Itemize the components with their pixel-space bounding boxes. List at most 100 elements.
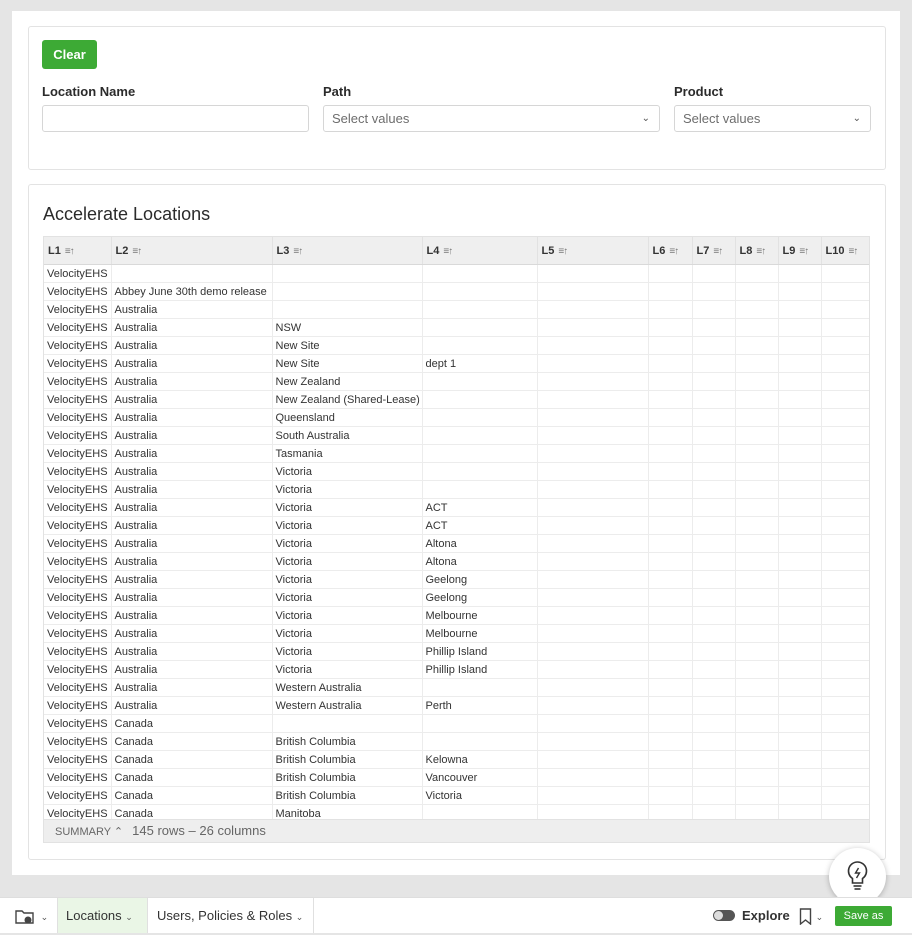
table-cell (735, 426, 779, 445)
summary-toggle[interactable]: SUMMARY ⌃ (55, 826, 123, 838)
table-row[interactable]: VelocityEHS Australia Victoria Geelong (44, 570, 869, 589)
table-cell (537, 642, 649, 661)
table-cell (537, 300, 649, 319)
sort-icon[interactable]: ≡↑ (713, 246, 723, 257)
bookmark-menu-button[interactable]: ⌄ (799, 898, 827, 933)
table-cell (648, 696, 693, 715)
table-row[interactable]: VelocityEHS Australia Victoria Geelong (44, 588, 869, 607)
table-row[interactable]: VelocityEHS Australia Tasmania (44, 444, 869, 463)
sort-icon[interactable]: ≡↑ (132, 246, 142, 257)
table-row[interactable]: VelocityEHS Australia (44, 300, 869, 319)
table-cell: Victoria (272, 498, 423, 517)
sort-icon[interactable]: ≡↑ (65, 246, 75, 257)
sort-icon[interactable]: ≡↑ (558, 246, 568, 257)
sort-icon[interactable]: ≡↑ (669, 246, 679, 257)
table-cell (692, 786, 736, 805)
column-header-l6[interactable]: L6 ≡↑ (648, 237, 693, 265)
product-select[interactable]: Select values ⌄ (674, 105, 871, 132)
table-cell (537, 624, 649, 643)
locations-grid[interactable]: L1 ≡↑ L2 ≡↑ L3 ≡↑ L4 ≡↑ L5 ≡↑ L6 ≡↑ L7 ≡↑ L8 ≡↑ L9 ≡↑ L10 ≡… (43, 236, 870, 820)
table-cell: VelocityEHS (44, 570, 112, 589)
table-row[interactable]: VelocityEHS Canada (44, 714, 869, 733)
table-row[interactable]: VelocityEHS Australia New Site dept 1 (44, 354, 869, 373)
table-row[interactable]: VelocityEHS Canada British Columbia Vancouv… (44, 768, 869, 787)
tab-locations[interactable]: Locations ⌄ (57, 898, 148, 933)
table-cell (648, 264, 693, 283)
table-cell: VelocityEHS (44, 498, 112, 517)
table-row[interactable]: VelocityEHS Abbey June 30th demo release (44, 282, 869, 301)
column-header-l3[interactable]: L3 ≡↑ (272, 237, 423, 265)
table-row[interactable]: VelocityEHS Australia Western Australia (44, 678, 869, 697)
sort-icon[interactable]: ≡↑ (293, 246, 303, 257)
column-header-l10[interactable]: L10 ≡↑ (821, 237, 869, 265)
table-cell (692, 696, 736, 715)
column-header-label: L7 (696, 244, 710, 257)
table-cell (735, 444, 779, 463)
column-header-l5[interactable]: L5 ≡↑ (537, 237, 649, 265)
sort-icon[interactable]: ≡↑ (756, 246, 766, 257)
table-row[interactable]: VelocityEHS Australia Victoria Melbourne (44, 624, 869, 643)
table-cell (778, 624, 822, 643)
table-cell (692, 552, 736, 571)
table-cell: Australia (111, 606, 273, 625)
sort-icon[interactable]: ≡↑ (799, 246, 809, 257)
table-row[interactable]: VelocityEHS Australia Victoria ACT (44, 516, 869, 535)
table-cell (735, 750, 779, 769)
table-row[interactable]: VelocityEHS Canada British Columbia Victori… (44, 786, 869, 805)
table-cell (778, 318, 822, 337)
column-header-l7[interactable]: L7 ≡↑ (692, 237, 736, 265)
table-summary: SUMMARY ⌃ 145 rows – 26 columns (43, 820, 870, 843)
table-row[interactable]: VelocityEHS Australia NSW (44, 318, 869, 337)
table-row[interactable]: VelocityEHS Australia Western Australia Per… (44, 696, 869, 715)
table-row[interactable]: VelocityEHS Canada Manitoba (44, 804, 869, 819)
table-row[interactable]: VelocityEHS Australia Queensland (44, 408, 869, 427)
table-row[interactable]: VelocityEHS Australia Victoria (44, 480, 869, 499)
table-row[interactable]: VelocityEHS Australia Victoria Phillip Isla… (44, 660, 869, 679)
table-cell (735, 804, 779, 819)
sort-icon[interactable]: ≡↑ (443, 246, 453, 257)
table-cell (537, 534, 649, 553)
location-name-input[interactable] (42, 105, 309, 132)
table-row[interactable]: VelocityEHS Australia Victoria ACT (44, 498, 869, 517)
table-cell (537, 768, 649, 787)
folder-menu-button[interactable]: ⌄ (15, 898, 49, 933)
table-cell (272, 714, 423, 733)
table-cell (692, 426, 736, 445)
table-row[interactable]: VelocityEHS Australia South Australia (44, 426, 869, 445)
table-row[interactable]: VelocityEHS Australia New Zealand (Shared-… (44, 390, 869, 409)
table-cell (821, 804, 869, 819)
table-cell (735, 462, 779, 481)
column-header-l2[interactable]: L2 ≡↑ (111, 237, 273, 265)
table-row[interactable]: VelocityEHS Canada British Columbia (44, 732, 869, 751)
table-row[interactable]: VelocityEHS Canada British Columbia Kelowna (44, 750, 869, 769)
table-row[interactable]: VelocityEHS Australia Victoria Altona (44, 552, 869, 571)
chevron-down-icon: ⌄ (125, 912, 133, 922)
path-select[interactable]: Select values ⌄ (323, 105, 660, 132)
explore-label[interactable]: Explore (742, 898, 790, 933)
table-row[interactable]: VelocityEHS Australia Victoria Phillip Isla… (44, 642, 869, 661)
column-header-l1[interactable]: L1 ≡↑ (44, 237, 112, 265)
table-cell: VelocityEHS (44, 516, 112, 535)
table-row[interactable]: VelocityEHS Australia Victoria (44, 462, 869, 481)
table-cell (422, 678, 538, 697)
table-cell (735, 516, 779, 535)
clear-button[interactable]: Clear (42, 40, 97, 69)
table-cell (735, 588, 779, 607)
tab-users-policies-roles[interactable]: Users, Policies & Roles ⌄ (149, 898, 314, 933)
table-cell (821, 282, 869, 301)
column-header-l8[interactable]: L8 ≡↑ (735, 237, 779, 265)
column-header-l4[interactable]: L4 ≡↑ (422, 237, 538, 265)
table-cell (735, 642, 779, 661)
save-as-button[interactable]: Save as (835, 906, 892, 926)
table-cell: Australia (111, 624, 273, 643)
table-row[interactable]: VelocityEHS (44, 264, 869, 283)
table-row[interactable]: VelocityEHS Australia New Site (44, 336, 869, 355)
explore-toggle[interactable] (713, 910, 735, 921)
column-header-l9[interactable]: L9 ≡↑ (778, 237, 822, 265)
table-cell: Australia (111, 570, 273, 589)
table-row[interactable]: VelocityEHS Australia New Zealand (44, 372, 869, 391)
sort-icon[interactable]: ≡↑ (848, 246, 858, 257)
table-row[interactable]: VelocityEHS Australia Victoria Melbourne (44, 606, 869, 625)
table-cell (692, 336, 736, 355)
table-row[interactable]: VelocityEHS Australia Victoria Altona (44, 534, 869, 553)
